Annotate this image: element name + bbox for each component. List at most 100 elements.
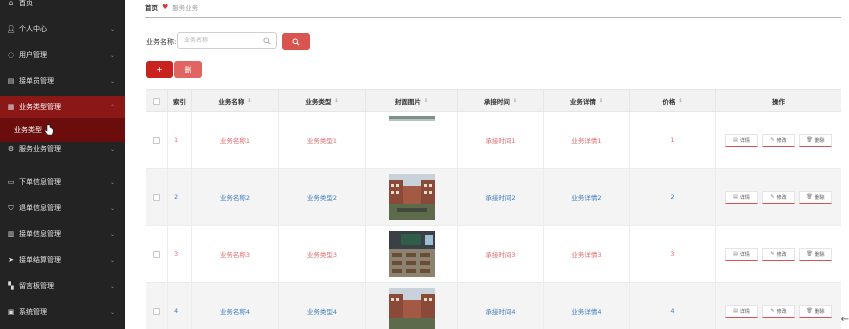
cell-cover: [366, 112, 458, 168]
table-row[interactable]: 2 业务名称2 业务类型2 承接时间2 业务详情2 2 ▤ 详情 ✎ 修改 🗑︎…: [146, 169, 841, 226]
column-header-detail[interactable]: 业务详情 ⇕: [544, 90, 630, 112]
row-checkbox[interactable]: [153, 307, 160, 315]
breadcrumb-home[interactable]: 首页: [145, 2, 158, 12]
pencil-icon: ✎: [770, 251, 775, 257]
delete-row-button[interactable]: 🗑︎ 删除: [799, 304, 832, 318]
users-icon: ◌: [7, 51, 15, 59]
sidebar: ⌂ 首页 👤︎ 个人中心 ⌄ ◌ 用户管理 ⌄ ▤ 接单员管理 ⌄ ▦ 业务类型…: [0, 0, 125, 329]
hand-cursor-icon: [44, 124, 54, 136]
send-icon: ➤: [8, 256, 14, 264]
table-row[interactable]: 4 业务名称4 业务类型4 承接时间4 业务详情4 4 ▤ 详情 ✎ 修改 🗑︎…: [146, 283, 841, 329]
cell-detail: 业务详情2: [544, 169, 630, 225]
search-label: 业务名称:: [146, 38, 177, 46]
cell-detail: 业务详情4: [544, 283, 630, 329]
document-icon: ▤: [733, 251, 738, 257]
column-header-label: 封面图片: [394, 98, 421, 106]
search-field[interactable]: [177, 32, 277, 49]
sidebar-item-accept-info-management[interactable]: ▥ 接单信息管理 ⌄: [0, 223, 125, 245]
sidebar-item-dispatcher-management[interactable]: ▤ 接单员管理 ⌄: [0, 70, 125, 92]
user-icon: 👤︎: [6, 25, 16, 33]
detail-button-label: 详情: [739, 137, 750, 144]
cover-image[interactable]: [388, 174, 435, 220]
delete-row-button[interactable]: 🗑︎ 删除: [799, 247, 832, 261]
cell-ops: ▤ 详情 ✎ 修改 🗑︎ 删除: [716, 283, 841, 329]
row-select-cell: [146, 169, 168, 225]
sidebar-item-settlement-management[interactable]: ➤ 接单结算管理 ⌄: [0, 249, 125, 271]
back-arrow-icon[interactable]: ←: [841, 314, 849, 325]
sidebar-item-service-business-management[interactable]: ⚙ 服务业务管理 ⌄: [0, 138, 125, 160]
detail-button[interactable]: ▤ 详情: [725, 190, 758, 204]
heart-icon: ♥: [162, 3, 169, 11]
edit-button[interactable]: ✎ 修改: [762, 304, 795, 318]
sidebar-item-label: 下单信息管理: [19, 178, 61, 186]
cover-image[interactable]: [388, 116, 435, 121]
column-header-name[interactable]: 业务名称 ⇕: [192, 90, 279, 112]
document-icon: ▤: [733, 194, 738, 200]
sidebar-item-refund-info-management[interactable]: ⛉ 退单信息管理 ⌄: [0, 197, 125, 219]
edit-button-label: 修改: [776, 194, 787, 201]
row-checkbox[interactable]: [153, 193, 160, 201]
edit-button[interactable]: ✎ 修改: [762, 190, 795, 204]
cell-price: 2: [630, 169, 716, 225]
column-header-label: 承接时间: [483, 98, 510, 106]
sidebar-item-business-type-management[interactable]: ▦ 业务类型管理 ⌃: [0, 96, 125, 118]
table-row[interactable]: 1 业务名称1 业务类型1 承接时间1 业务详情1 1 ▤ 详情 ✎ 修改 🗑︎…: [146, 112, 841, 169]
delete-row-button[interactable]: 🗑︎ 删除: [799, 133, 832, 147]
cell-cover: [366, 226, 458, 282]
row-checkbox[interactable]: [153, 250, 160, 258]
table-header: 索引 业务名称 ⇕ 业务类型 ⇕ 封面图片 ⇕ 承接时间 ⇕ 业务详情 ⇕ 价格…: [146, 89, 841, 112]
sidebar-item-label: 接单结算管理: [19, 256, 61, 264]
delete-row-button[interactable]: 🗑︎ 删除: [799, 190, 832, 204]
detail-button-label: 详情: [739, 194, 750, 201]
table-row[interactable]: 3 业务名称3 业务类型3 承接时间3 业务详情3 3 ▤ 详情 ✎ 修改 🗑︎…: [146, 226, 841, 283]
column-header-time[interactable]: 承接时间 ⇕: [458, 90, 544, 112]
chevron-down-icon: ⌄: [109, 51, 115, 59]
column-header-type[interactable]: 业务类型 ⇕: [279, 90, 366, 112]
sidebar-item-order-info-management[interactable]: ▭ 下单信息管理 ⌄: [0, 171, 125, 193]
app-root: ⌂ 首页 👤︎ 个人中心 ⌄ ◌ 用户管理 ⌄ ▤ 接单员管理 ⌄ ▦ 业务类型…: [0, 0, 849, 329]
column-header-ops: 操作: [716, 90, 841, 112]
search-button[interactable]: [282, 33, 310, 50]
sidebar-item-message-board-management[interactable]: ▚ 留言板管理 ⌄: [0, 275, 125, 297]
sidebar-subitem-label: 业务类型: [14, 126, 42, 134]
delete-button[interactable]: 删: [174, 61, 202, 78]
sidebar-item-label: 接单员管理: [19, 77, 54, 85]
delete-button-label: 删除: [814, 194, 825, 201]
cover-image[interactable]: [388, 288, 435, 329]
edit-button-label: 修改: [776, 308, 787, 315]
column-header-label: 价格: [662, 98, 676, 106]
header-divider: [145, 17, 841, 18]
sidebar-item-personal-center[interactable]: 👤︎ 个人中心 ⌄: [0, 18, 125, 40]
edit-button[interactable]: ✎ 修改: [762, 133, 795, 147]
sidebar-item-user-management[interactable]: ◌ 用户管理 ⌄: [0, 44, 125, 66]
chevron-down-icon: ⌄: [109, 77, 115, 85]
detail-button[interactable]: ▤ 详情: [725, 247, 758, 261]
column-header-cover[interactable]: 封面图片 ⇕: [366, 90, 458, 112]
detail-button[interactable]: ▤ 详情: [725, 304, 758, 318]
cell-index: 1: [168, 112, 192, 168]
sidebar-item-label: 系统管理: [19, 308, 47, 316]
cell-detail: 业务详情1: [544, 112, 630, 168]
row-checkbox[interactable]: [153, 136, 160, 144]
column-header-price[interactable]: 价格 ⇕: [630, 90, 716, 112]
sidebar-item-system-management[interactable]: ▣ 系统管理 ⌄: [0, 301, 125, 323]
clipboard-icon: ▤: [7, 77, 15, 85]
select-all-checkbox[interactable]: [153, 97, 160, 105]
cell-cover: [366, 169, 458, 225]
detail-button[interactable]: ▤ 详情: [725, 133, 758, 147]
sort-icon: ⇕: [423, 98, 429, 104]
add-button[interactable]: +: [146, 61, 173, 78]
sidebar-item-home[interactable]: ⌂ 首页: [0, 0, 125, 14]
delete-button-label: 删除: [814, 137, 825, 144]
trash-icon: 🗑︎: [806, 251, 813, 257]
row-select-cell: [146, 112, 168, 168]
home-icon: ⌂: [8, 0, 14, 7]
search-input[interactable]: [184, 37, 264, 44]
sidebar-item-label: 个人中心: [19, 25, 47, 33]
cell-price: 4: [630, 283, 716, 329]
edit-button[interactable]: ✎ 修改: [762, 247, 795, 261]
cell-type: 业务类型4: [279, 283, 366, 329]
cover-image[interactable]: [388, 231, 435, 277]
chevron-down-icon: ⌄: [109, 282, 115, 290]
trash-icon: 🗑︎: [806, 308, 813, 314]
